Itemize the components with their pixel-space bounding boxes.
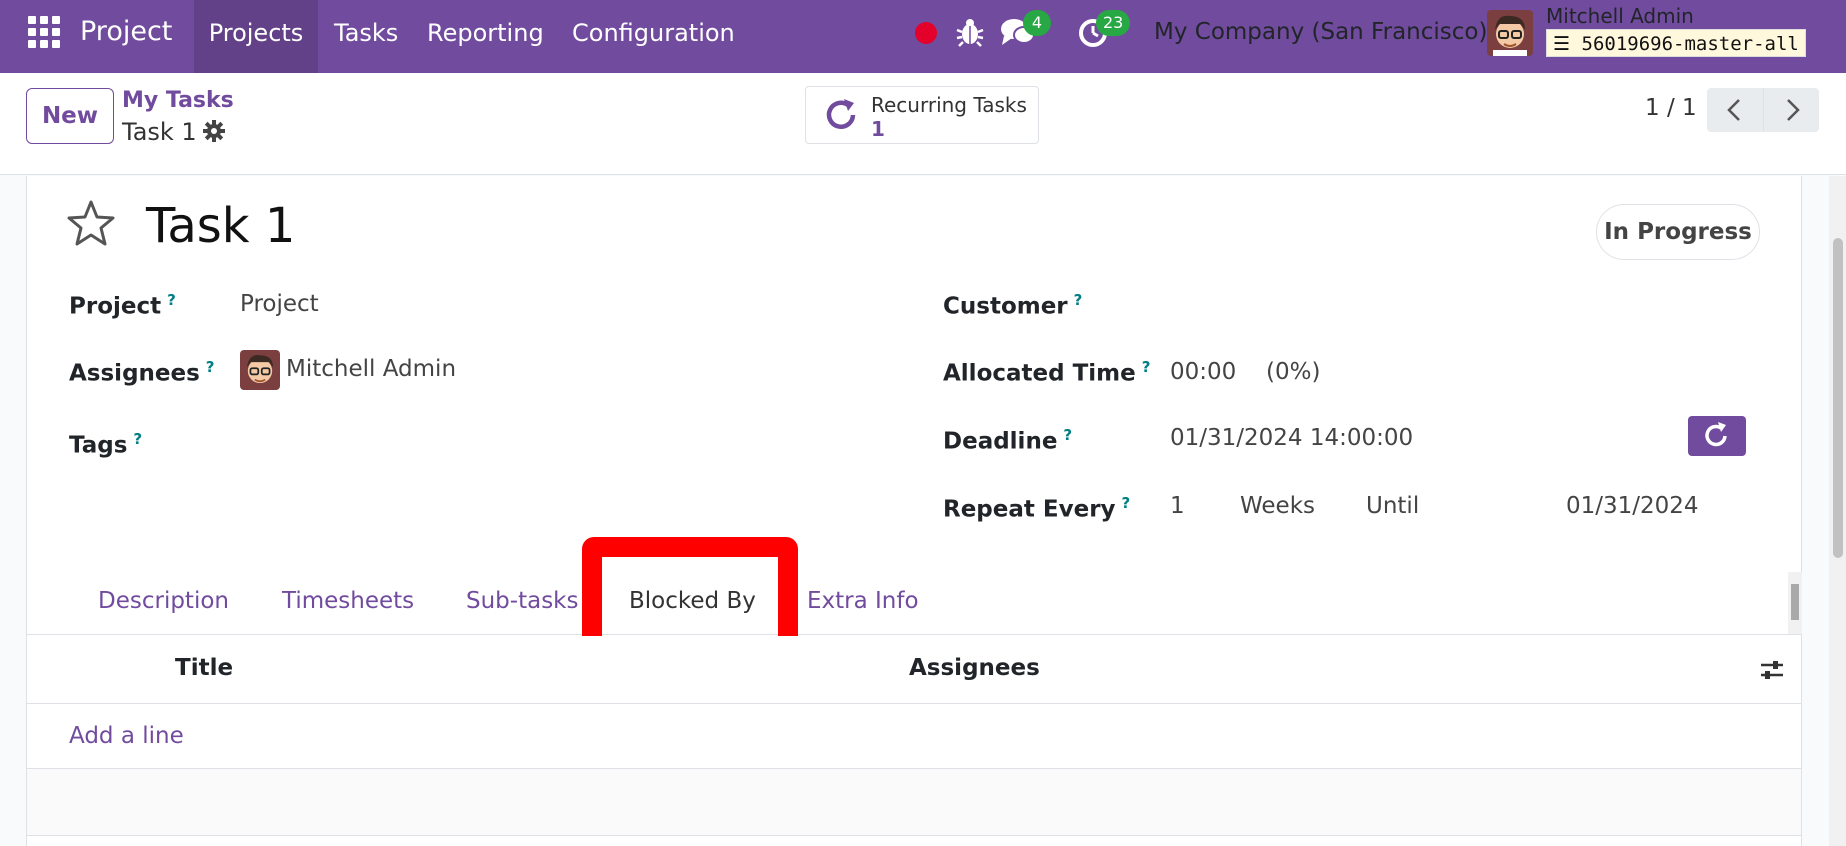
help-tooltip-icon[interactable]: ? [1122, 494, 1131, 512]
help-tooltip-icon[interactable]: ? [1074, 291, 1083, 309]
app-name[interactable]: Project [80, 12, 172, 52]
database-name: 56019696-master-all [1581, 33, 1799, 55]
assignee-avatar [240, 350, 280, 390]
company-switcher[interactable]: My Company (San Francisco) [1154, 13, 1487, 51]
database-icon: ☰ [1553, 33, 1571, 55]
assignee-tag[interactable]: Mitchell Admin [286, 353, 456, 385]
repeat-unit-select[interactable]: Weeks [1240, 490, 1315, 522]
optional-columns-sliders-icon[interactable] [1758, 656, 1786, 684]
recurrence-button[interactable] [1688, 416, 1746, 456]
tags-label: Tags? [69, 430, 143, 459]
pager-next-button[interactable] [1763, 88, 1819, 132]
tab-description[interactable]: Description [98, 585, 229, 617]
menu-tasks[interactable]: Tasks [334, 0, 398, 73]
repeat-every-label: Repeat Every? [943, 494, 1131, 523]
help-tooltip-icon[interactable]: ? [1063, 426, 1072, 444]
tab-timesheets[interactable]: Timesheets [282, 585, 414, 617]
project-field[interactable]: Project [240, 288, 319, 320]
recording-dot-icon[interactable] [915, 22, 937, 44]
chevron-right-icon [1787, 99, 1800, 121]
help-tooltip-icon[interactable]: ? [133, 430, 142, 448]
repeat-interval-field[interactable]: 1 [1170, 490, 1185, 522]
chat-count-badge: 4 [1023, 10, 1051, 36]
assignees-label: Assignees? [69, 358, 215, 387]
form-sheet [26, 176, 1802, 846]
tab-extra-info[interactable]: Extra Info [807, 585, 919, 617]
refresh-icon [1705, 422, 1727, 447]
menu-projects[interactable]: Projects [194, 0, 318, 73]
bug-icon[interactable] [955, 16, 985, 48]
deadline-label: Deadline? [943, 426, 1073, 455]
column-header-assignees[interactable]: Assignees [909, 652, 1040, 684]
pager-previous-button[interactable] [1707, 88, 1763, 132]
tab-sub-tasks[interactable]: Sub-tasks [466, 585, 578, 617]
page-scrollbar-thumb[interactable] [1833, 238, 1843, 558]
tabs-scrollbar-thumb[interactable] [1791, 584, 1799, 620]
chevron-left-icon [1727, 99, 1740, 121]
recurring-tasks-count: 1 [871, 117, 885, 141]
tab-divider [26, 634, 1802, 635]
deadline-field[interactable]: 01/31/2024 14:00:00 [1170, 422, 1413, 454]
apps-menu-icon[interactable] [28, 16, 60, 48]
row-divider [27, 835, 1801, 836]
new-button[interactable]: New [26, 88, 114, 144]
menu-configuration[interactable]: Configuration [572, 0, 735, 73]
user-avatar[interactable] [1487, 10, 1533, 56]
pager-value[interactable]: 1 / 1 [1645, 92, 1697, 124]
repeat-until-date-field[interactable]: 01/31/2024 [1566, 490, 1699, 522]
help-tooltip-icon[interactable]: ? [167, 291, 176, 309]
empty-list-row [27, 769, 1801, 835]
gear-icon[interactable] [202, 119, 226, 143]
allocated-time-field[interactable]: 00:00 [1170, 356, 1236, 388]
activity-count-badge: 23 [1096, 10, 1131, 36]
allocated-time-percent: (0%) [1266, 359, 1321, 385]
add-a-line-link[interactable]: Add a line [69, 720, 184, 752]
help-tooltip-icon[interactable]: ? [1142, 358, 1151, 376]
allocated-time-label: Allocated Time? [943, 358, 1151, 387]
breadcrumb-current: Task 1 [122, 118, 197, 146]
help-tooltip-icon[interactable]: ? [206, 358, 215, 376]
recurring-tasks-label: Recurring Tasks [871, 93, 1027, 117]
recurring-refresh-icon [826, 99, 856, 129]
stage-status-button[interactable]: In Progress [1596, 204, 1760, 260]
project-label: Project? [69, 291, 176, 320]
menu-reporting[interactable]: Reporting [427, 0, 544, 73]
breadcrumb-my-tasks[interactable]: My Tasks [122, 86, 234, 116]
task-title[interactable]: Task 1 [146, 196, 295, 256]
column-header-title[interactable]: Title [175, 652, 233, 684]
user-name[interactable]: Mitchell Admin [1546, 2, 1694, 30]
star-icon[interactable] [66, 199, 116, 247]
repeat-type-select[interactable]: Until [1366, 490, 1419, 522]
customer-label: Customer? [943, 291, 1083, 320]
database-name-chip: ☰ 56019696-master-all [1546, 29, 1806, 57]
